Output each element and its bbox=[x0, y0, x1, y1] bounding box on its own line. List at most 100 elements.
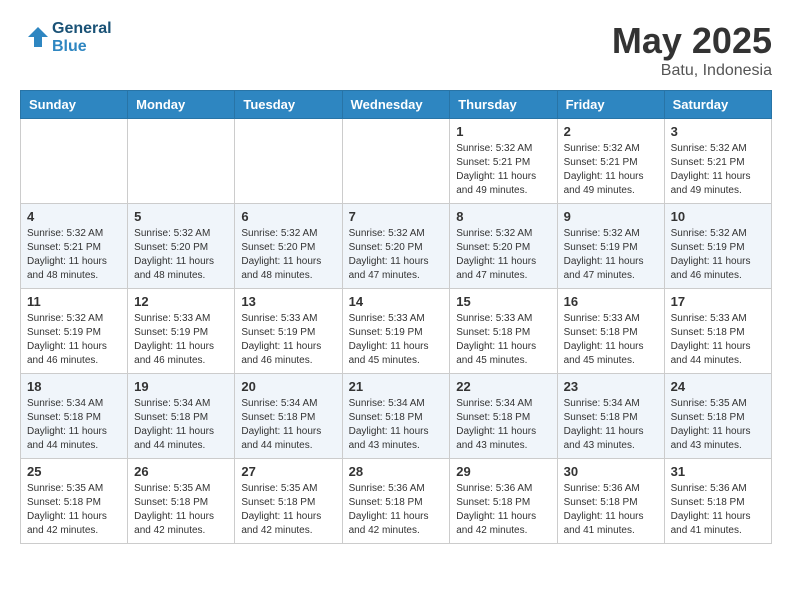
day-number: 10 bbox=[671, 209, 765, 224]
calendar-cell bbox=[128, 119, 235, 204]
calendar-cell: 25 Sunrise: 5:35 AM Sunset: 5:18 PM Dayli… bbox=[21, 459, 128, 544]
calendar-cell: 7 Sunrise: 5:32 AM Sunset: 5:20 PM Daylig… bbox=[342, 204, 450, 289]
calendar-cell: 26 Sunrise: 5:35 AM Sunset: 5:18 PM Dayli… bbox=[128, 459, 235, 544]
day-number: 24 bbox=[671, 379, 765, 394]
day-number: 16 bbox=[564, 294, 658, 309]
calendar-cell: 13Sunrise: 5:33 AM Sunset: 5:19 PM Dayli… bbox=[235, 289, 342, 374]
day-number: 23 bbox=[564, 379, 658, 394]
weekday-header-sunday: Sunday bbox=[21, 91, 128, 119]
day-number: 29 bbox=[456, 464, 550, 479]
day-number: 15 bbox=[456, 294, 550, 309]
day-info: Sunrise: 5:34 AM Sunset: 5:18 PM Dayligh… bbox=[134, 397, 228, 453]
logo-text-blue: Blue bbox=[52, 38, 112, 56]
day-info: Sunrise: 5:36 AM Sunset: 5:18 PM Dayligh… bbox=[671, 482, 765, 538]
calendar-cell: 20 Sunrise: 5:34 AM Sunset: 5:18 PM Dayli… bbox=[235, 374, 342, 459]
day-info: Sunrise: 5:32 AM Sunset: 5:20 PM Dayligh… bbox=[349, 227, 444, 283]
day-info: Sunrise: 5:34 AM Sunset: 5:18 PM Dayligh… bbox=[241, 397, 335, 453]
calendar-cell: 15 Sunrise: 5:33 AM Sunset: 5:18 PM Dayli… bbox=[450, 289, 557, 374]
day-number: 20 bbox=[241, 379, 335, 394]
weekday-header-monday: Monday bbox=[128, 91, 235, 119]
day-number: 4 bbox=[27, 209, 121, 224]
day-info: Sunrise: 5:34 AM Sunset: 5:18 PM Dayligh… bbox=[456, 397, 550, 453]
day-info: Sunrise: 5:32 AM Sunset: 5:19 PM Dayligh… bbox=[27, 312, 121, 368]
calendar-cell: 28 Sunrise: 5:36 AM Sunset: 5:18 PM Dayli… bbox=[342, 459, 450, 544]
logo: General Blue bbox=[20, 20, 112, 55]
logo-text-general: General bbox=[52, 20, 112, 38]
day-info: Sunrise: 5:33 AM Sunset: 5:19 PM Dayligh… bbox=[134, 312, 228, 368]
calendar-cell: 24Sunrise: 5:35 AM Sunset: 5:18 PM Dayli… bbox=[664, 374, 771, 459]
day-number: 12 bbox=[134, 294, 228, 309]
day-info: Sunrise: 5:34 AM Sunset: 5:18 PM Dayligh… bbox=[564, 397, 658, 453]
calendar-cell: 17Sunrise: 5:33 AM Sunset: 5:18 PM Dayli… bbox=[664, 289, 771, 374]
calendar-cell: 2 Sunrise: 5:32 AM Sunset: 5:21 PM Daylig… bbox=[557, 119, 664, 204]
day-info: Sunrise: 5:35 AM Sunset: 5:18 PM Dayligh… bbox=[134, 482, 228, 538]
calendar-cell: 16 Sunrise: 5:33 AM Sunset: 5:18 PM Dayli… bbox=[557, 289, 664, 374]
day-info: Sunrise: 5:35 AM Sunset: 5:18 PM Dayligh… bbox=[27, 482, 121, 538]
calendar-cell: 1 Sunrise: 5:32 AM Sunset: 5:21 PM Daylig… bbox=[450, 119, 557, 204]
day-number: 14 bbox=[349, 294, 444, 309]
day-number: 18 bbox=[27, 379, 121, 394]
calendar-cell: 9 Sunrise: 5:32 AM Sunset: 5:19 PM Daylig… bbox=[557, 204, 664, 289]
day-number: 19 bbox=[134, 379, 228, 394]
day-info: Sunrise: 5:32 AM Sunset: 5:20 PM Dayligh… bbox=[134, 227, 228, 283]
calendar-cell: 19 Sunrise: 5:34 AM Sunset: 5:18 PM Dayli… bbox=[128, 374, 235, 459]
day-info: Sunrise: 5:36 AM Sunset: 5:18 PM Dayligh… bbox=[349, 482, 444, 538]
calendar-cell: 5 Sunrise: 5:32 AM Sunset: 5:20 PM Daylig… bbox=[128, 204, 235, 289]
day-info: Sunrise: 5:34 AM Sunset: 5:18 PM Dayligh… bbox=[349, 397, 444, 453]
calendar-cell: 6Sunrise: 5:32 AM Sunset: 5:20 PM Daylig… bbox=[235, 204, 342, 289]
day-info: Sunrise: 5:36 AM Sunset: 5:18 PM Dayligh… bbox=[456, 482, 550, 538]
day-number: 5 bbox=[134, 209, 228, 224]
weekday-header-saturday: Saturday bbox=[664, 91, 771, 119]
day-info: Sunrise: 5:32 AM Sunset: 5:21 PM Dayligh… bbox=[456, 142, 550, 198]
logo-wrapper: General Blue bbox=[20, 20, 112, 55]
weekday-header-thursday: Thursday bbox=[450, 91, 557, 119]
day-number: 7 bbox=[349, 209, 444, 224]
day-info: Sunrise: 5:32 AM Sunset: 5:19 PM Dayligh… bbox=[564, 227, 658, 283]
day-info: Sunrise: 5:32 AM Sunset: 5:20 PM Dayligh… bbox=[241, 227, 335, 283]
day-info: Sunrise: 5:33 AM Sunset: 5:18 PM Dayligh… bbox=[456, 312, 550, 368]
day-number: 21 bbox=[349, 379, 444, 394]
calendar-cell: 30 Sunrise: 5:36 AM Sunset: 5:18 PM Dayli… bbox=[557, 459, 664, 544]
calendar-cell bbox=[235, 119, 342, 204]
calendar-cell: 21 Sunrise: 5:34 AM Sunset: 5:18 PM Dayli… bbox=[342, 374, 450, 459]
day-number: 31 bbox=[671, 464, 765, 479]
calendar-cell: 8Sunrise: 5:32 AM Sunset: 5:20 PM Daylig… bbox=[450, 204, 557, 289]
calendar-cell: 11 Sunrise: 5:32 AM Sunset: 5:19 PM Dayli… bbox=[21, 289, 128, 374]
day-number: 25 bbox=[27, 464, 121, 479]
day-number: 28 bbox=[349, 464, 444, 479]
weekday-header-row: SundayMondayTuesdayWednesdayThursdayFrid… bbox=[21, 91, 772, 119]
day-info: Sunrise: 5:33 AM Sunset: 5:19 PM Dayligh… bbox=[349, 312, 444, 368]
day-number: 3 bbox=[671, 124, 765, 139]
calendar-cell bbox=[21, 119, 128, 204]
calendar-cell bbox=[342, 119, 450, 204]
day-info: Sunrise: 5:35 AM Sunset: 5:18 PM Dayligh… bbox=[241, 482, 335, 538]
calendar-table: SundayMondayTuesdayWednesdayThursdayFrid… bbox=[20, 90, 772, 544]
weekday-header-tuesday: Tuesday bbox=[235, 91, 342, 119]
day-number: 9 bbox=[564, 209, 658, 224]
calendar-cell: 27 Sunrise: 5:35 AM Sunset: 5:18 PM Dayli… bbox=[235, 459, 342, 544]
day-info: Sunrise: 5:33 AM Sunset: 5:18 PM Dayligh… bbox=[671, 312, 765, 368]
weekday-header-friday: Friday bbox=[557, 91, 664, 119]
calendar-cell: 18 Sunrise: 5:34 AM Sunset: 5:18 PM Dayli… bbox=[21, 374, 128, 459]
calendar-cell: 29 Sunrise: 5:36 AM Sunset: 5:18 PM Dayli… bbox=[450, 459, 557, 544]
day-number: 30 bbox=[564, 464, 658, 479]
calendar-cell: 12 Sunrise: 5:33 AM Sunset: 5:19 PM Dayli… bbox=[128, 289, 235, 374]
week-row-1: 1 Sunrise: 5:32 AM Sunset: 5:21 PM Daylig… bbox=[21, 119, 772, 204]
week-row-5: 25 Sunrise: 5:35 AM Sunset: 5:18 PM Dayli… bbox=[21, 459, 772, 544]
logo-bird-icon bbox=[20, 23, 50, 53]
day-number: 13 bbox=[241, 294, 335, 309]
day-info: Sunrise: 5:33 AM Sunset: 5:18 PM Dayligh… bbox=[564, 312, 658, 368]
month-title: May 2025 bbox=[612, 20, 772, 62]
calendar-cell: 23 Sunrise: 5:34 AM Sunset: 5:18 PM Dayli… bbox=[557, 374, 664, 459]
calendar-cell: 31 Sunrise: 5:36 AM Sunset: 5:18 PM Dayli… bbox=[664, 459, 771, 544]
day-number: 26 bbox=[134, 464, 228, 479]
day-number: 1 bbox=[456, 124, 550, 139]
day-number: 11 bbox=[27, 294, 121, 309]
day-info: Sunrise: 5:32 AM Sunset: 5:21 PM Dayligh… bbox=[564, 142, 658, 198]
day-info: Sunrise: 5:34 AM Sunset: 5:18 PM Dayligh… bbox=[27, 397, 121, 453]
day-number: 27 bbox=[241, 464, 335, 479]
day-number: 2 bbox=[564, 124, 658, 139]
calendar-cell: 10Sunrise: 5:32 AM Sunset: 5:19 PM Dayli… bbox=[664, 204, 771, 289]
day-info: Sunrise: 5:36 AM Sunset: 5:18 PM Dayligh… bbox=[564, 482, 658, 538]
day-number: 8 bbox=[456, 209, 550, 224]
